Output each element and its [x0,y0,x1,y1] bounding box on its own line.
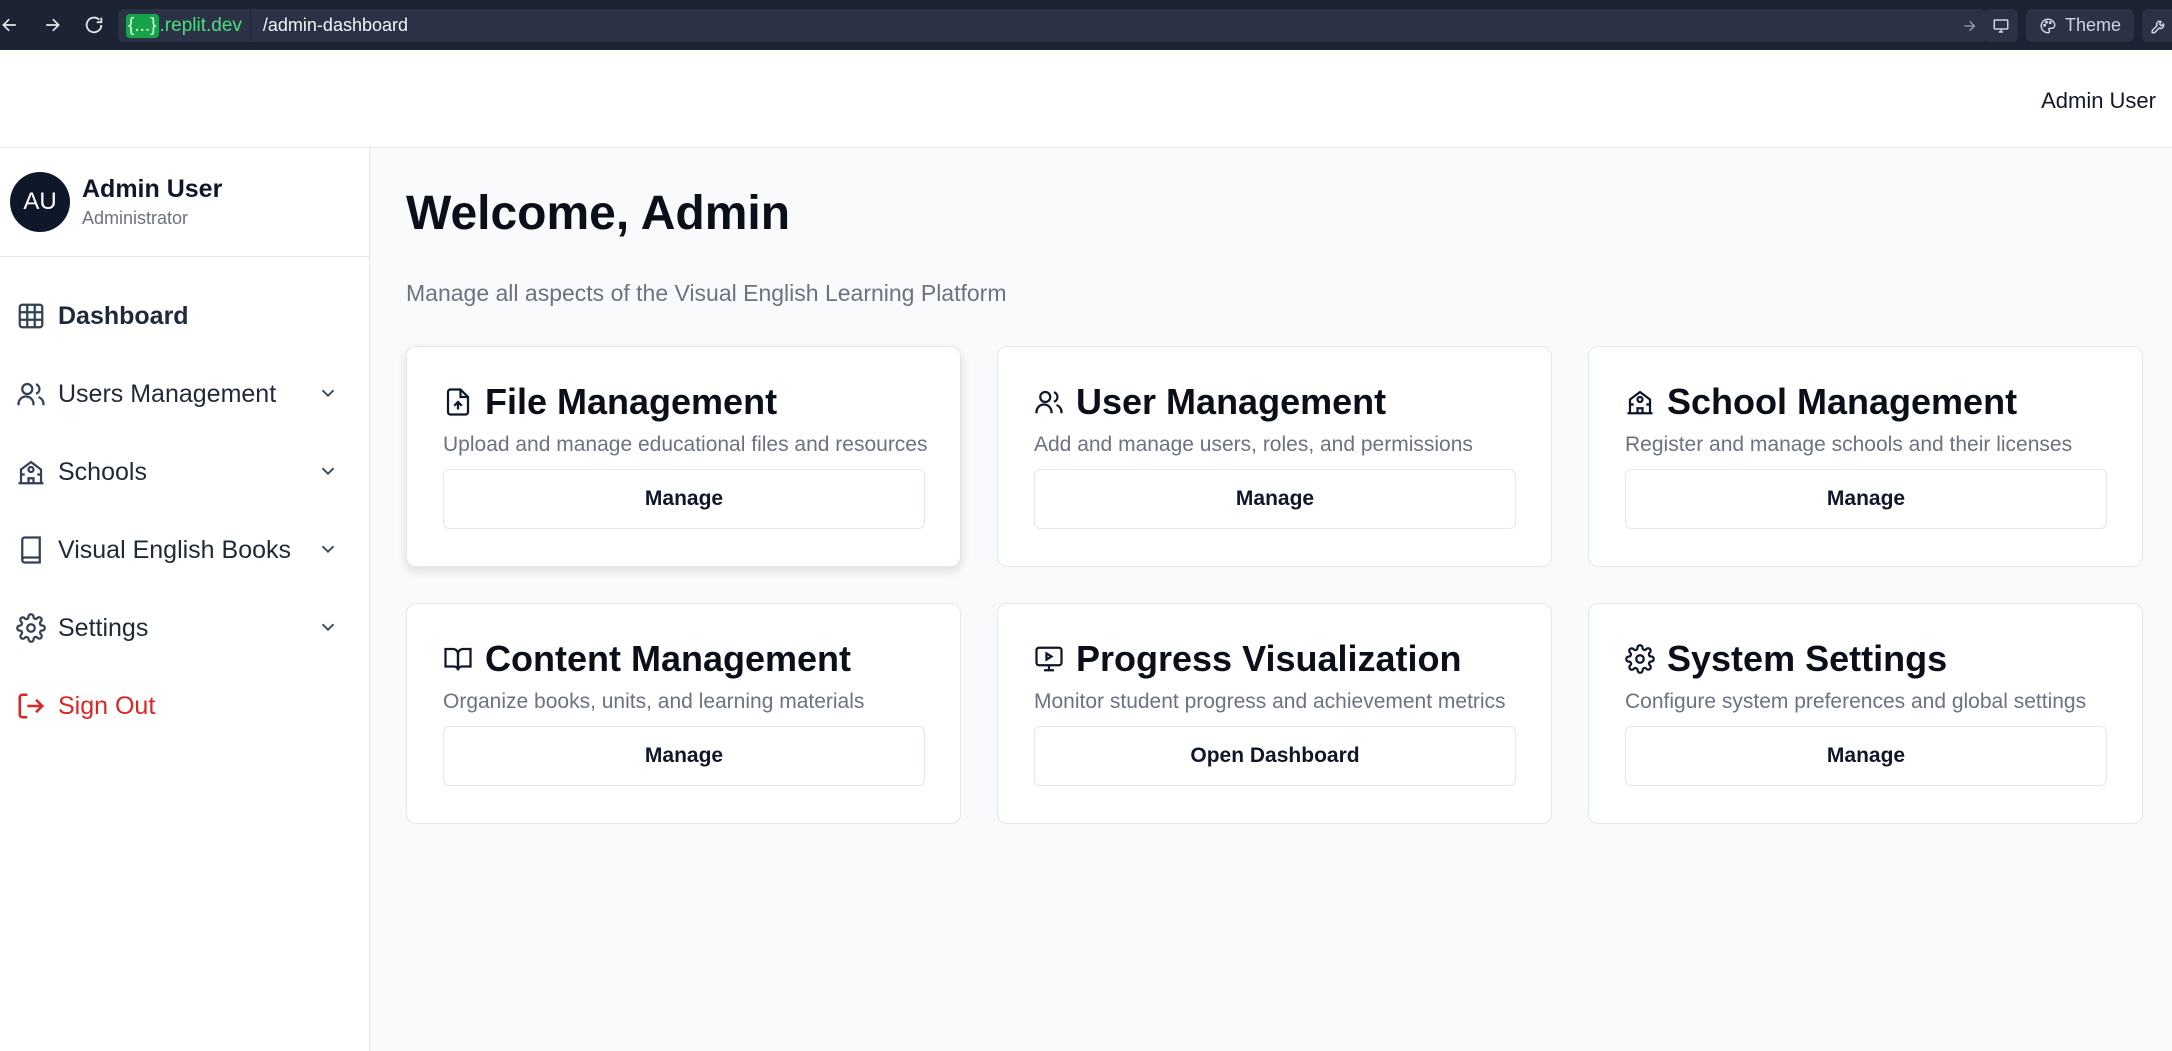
sidebar-item-visual-english-books[interactable]: Visual English Books [0,511,369,589]
app-header: Admin User [0,50,2172,148]
user-profile: AU Admin User Administrator [0,148,369,257]
arrow-left-icon [2,18,16,32]
sidebar-item-label: Dashboard [58,301,189,330]
arrow-right-icon [46,18,60,32]
manage-settings-button[interactable]: Manage [1625,726,2107,786]
wrench-icon [2151,20,2165,33]
open-book-icon [444,647,472,671]
sign-out-button[interactable]: Sign Out [0,667,369,745]
sidebar-item-dashboard[interactable]: Dashboard [0,277,369,355]
reload-button[interactable] [72,0,116,50]
card-user-management: User Management Add and manage users, ro… [997,346,1552,567]
card-description: Add and manage users, roles, and permiss… [1034,433,1473,456]
school-icon [18,460,44,485]
manage-schools-button[interactable]: Manage [1625,469,2107,529]
log-out-icon [18,693,45,719]
card-description: Upload and manage educational files and … [443,433,928,456]
gear-icon [16,613,46,643]
url-domain: {...} .replit.dev [118,9,251,42]
back-button[interactable] [0,0,20,50]
url-domain-prefix: {...} [126,13,159,38]
card-title: School Management [1667,381,2018,422]
card-content-management: Content Management Organize books, units… [406,603,961,824]
sidebar-item-label: Settings [58,613,149,642]
card-progress-visualization: Progress Visualization Monitor student p… [997,603,1552,824]
card-title: System Settings [1667,638,1948,679]
chevron-down-icon[interactable] [317,460,339,482]
url-bar[interactable]: {...} .replit.dev /admin-dashboard [118,9,1986,42]
sidebar: AU Admin User Administrator Dashboard Us… [0,148,370,1051]
card-title: User Management [1076,381,1387,422]
sidebar-item-label: Users Management [58,379,277,408]
sidebar-item-settings[interactable]: Settings [0,589,369,667]
grid-icon [18,303,44,329]
file-upload-icon [446,388,470,416]
monitor-icon [1993,18,2009,33]
card-title: File Management [485,381,778,422]
browser-toolbar: {...} .replit.dev /admin-dashboard Theme [0,0,2172,50]
main-content: Welcome, Admin Manage all aspects of the… [370,148,2172,1051]
profile-role: Administrator [82,208,189,228]
palette-icon [2040,17,2056,34]
avatar: AU [10,172,70,232]
card-title: Progress Visualization [1076,638,1462,679]
sidebar-item-schools[interactable]: Schools [0,433,369,511]
page-subtitle: Manage all aspects of the Visual English… [406,280,1007,306]
reload-icon [85,16,103,34]
card-title: Content Management [485,638,852,679]
header-user-name[interactable]: Admin User [2041,88,2156,114]
manage-files-button[interactable]: Manage [443,469,925,529]
users-icon [1035,390,1063,414]
sign-out-label: Sign Out [58,691,156,720]
devtools-button[interactable] [1984,9,2018,42]
url-domain-suffix: .replit.dev [159,14,242,36]
manage-users-button[interactable]: Manage [1034,469,1516,529]
chevron-down-icon[interactable] [317,616,339,638]
card-school-management: School Management Register and manage sc… [1588,346,2143,567]
card-description: Organize books, units, and learning mate… [443,690,865,713]
sidebar-menu: Dashboard Users Management Schools Visua… [0,257,369,745]
gear-icon [1625,644,1655,674]
sidebar-item-label: Schools [58,457,147,486]
sidebar-item-users-management[interactable]: Users Management [0,355,369,433]
card-system-settings: System Settings Configure system prefere… [1588,603,2143,824]
card-description: Monitor student progress and achievement… [1034,690,1506,713]
chevron-down-icon[interactable] [317,538,339,560]
card-file-management: File Management Upload and manage educat… [406,346,961,567]
open-dashboard-button[interactable]: Open Dashboard [1034,726,1516,786]
tools-button[interactable] [2142,9,2172,42]
chevron-down-icon[interactable] [317,382,339,404]
theme-label: Theme [2064,15,2122,35]
card-description: Configure system preferences and global … [1625,690,2087,713]
url-go-icon[interactable] [1952,18,1986,34]
card-description: Register and manage schools and their li… [1625,433,2073,456]
book-icon [21,536,41,564]
manage-content-button[interactable]: Manage [443,726,925,786]
profile-name: Admin User [82,175,223,203]
theme-button[interactable]: Theme [2026,9,2134,42]
school-icon [1627,390,1653,415]
page-title: Welcome, Admin [406,187,791,240]
forward-button[interactable] [30,0,74,50]
users-icon [17,382,45,406]
sidebar-item-label: Visual English Books [58,535,292,564]
url-path: /admin-dashboard [262,15,408,35]
presentation-icon [1035,646,1063,672]
